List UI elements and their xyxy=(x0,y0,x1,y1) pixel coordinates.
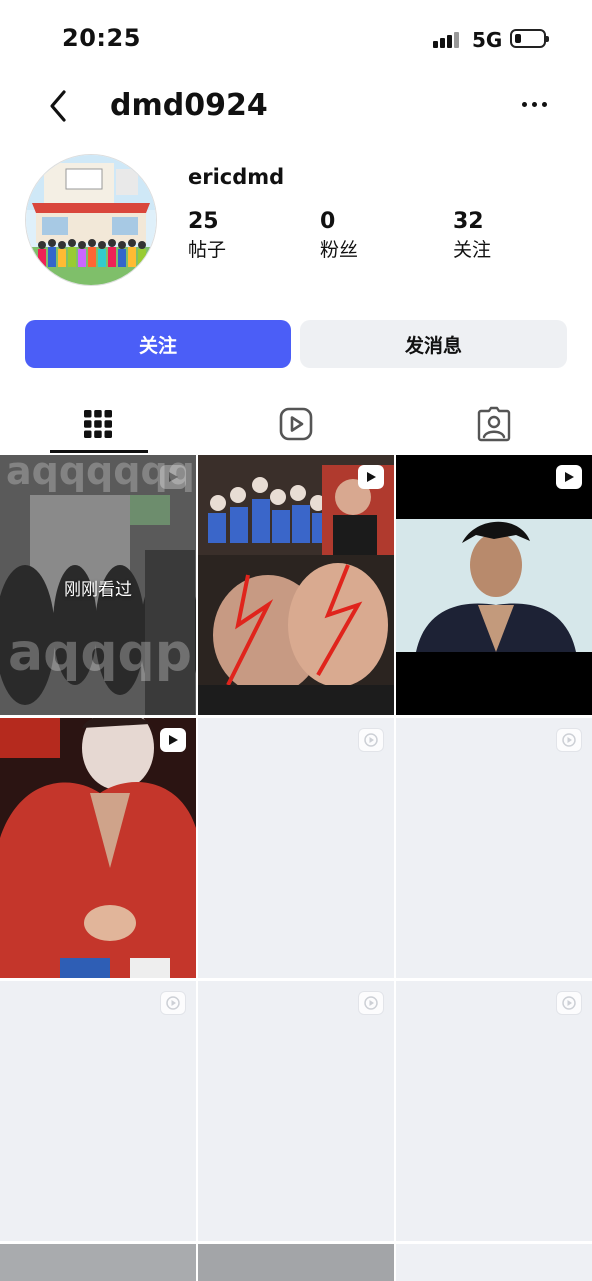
video-badge xyxy=(358,465,384,489)
avatar[interactable] xyxy=(25,154,157,286)
status-time: 20:25 xyxy=(62,24,141,52)
post-image xyxy=(396,455,592,715)
back-button[interactable] xyxy=(40,86,80,126)
post-image xyxy=(0,718,196,978)
post-placeholder[interactable] xyxy=(396,981,592,1241)
post-image xyxy=(198,455,394,715)
post-placeholder[interactable] xyxy=(198,718,394,978)
back-arrow-icon xyxy=(50,90,66,122)
video-badge xyxy=(556,728,582,752)
play-icon xyxy=(562,733,576,747)
stat-posts[interactable]: 25 帖子 xyxy=(188,209,226,262)
display-name: ericdmd xyxy=(188,165,285,189)
recently-viewed-label: 刚刚看过 xyxy=(64,580,132,600)
post-thumbnail[interactable] xyxy=(198,1244,394,1281)
post-thumbnail[interactable] xyxy=(198,455,394,715)
tab-videos[interactable] xyxy=(198,395,394,453)
network-type: 5G xyxy=(472,28,503,52)
profile-tabs xyxy=(0,395,592,453)
play-icon xyxy=(565,472,574,482)
battery-icon xyxy=(510,29,549,48)
post-placeholder[interactable] xyxy=(396,1244,592,1281)
video-badge xyxy=(556,991,582,1015)
tagged-icon xyxy=(477,406,511,442)
video-badge xyxy=(160,991,186,1015)
follow-button[interactable]: 关注 xyxy=(25,320,291,368)
play-icon xyxy=(562,996,576,1010)
stat-following-count: 32 xyxy=(453,209,484,234)
stat-posts-count: 25 xyxy=(188,209,219,234)
post-placeholder[interactable] xyxy=(0,981,196,1241)
avatar-image xyxy=(26,155,156,285)
video-badge xyxy=(556,465,582,489)
video-badge xyxy=(358,728,384,752)
video-badge xyxy=(358,991,384,1015)
stat-followers-label: 粉丝 xyxy=(320,239,359,261)
page-title: dmd0924 xyxy=(110,88,268,123)
post-placeholder[interactable] xyxy=(396,718,592,978)
play-icon xyxy=(169,735,178,745)
play-icon xyxy=(364,996,378,1010)
stat-followers-count: 0 xyxy=(320,209,336,234)
signal-icon xyxy=(433,30,463,48)
tab-posts[interactable] xyxy=(0,395,196,453)
status-bar: 20:25 5G xyxy=(0,0,592,78)
post-thumbnail[interactable] xyxy=(396,455,592,715)
play-icon xyxy=(169,472,178,482)
post-thumbnail[interactable]: aqqqqqqqq aqqqpp 刚刚看过 xyxy=(0,455,196,715)
more-options-button[interactable] xyxy=(518,92,552,116)
video-badge xyxy=(160,728,186,752)
play-icon xyxy=(367,472,376,482)
stat-following-label: 关注 xyxy=(453,239,492,261)
tab-tagged[interactable] xyxy=(396,395,592,453)
stat-posts-label: 帖子 xyxy=(188,239,227,261)
play-icon xyxy=(364,733,378,747)
video-icon xyxy=(279,407,313,441)
post-thumbnail[interactable] xyxy=(0,1244,196,1281)
video-badge xyxy=(160,465,186,489)
play-icon xyxy=(166,996,180,1010)
grid-icon xyxy=(84,410,112,438)
post-thumbnail[interactable] xyxy=(0,718,196,978)
watermark-bottom: aqqqpp xyxy=(8,623,196,683)
message-button[interactable]: 发消息 xyxy=(300,320,567,368)
profile-header: dmd0924 xyxy=(0,78,592,138)
stat-following[interactable]: 32 关注 xyxy=(453,209,491,262)
post-placeholder[interactable] xyxy=(198,981,394,1241)
stat-followers[interactable]: 0 粉丝 xyxy=(320,209,358,262)
